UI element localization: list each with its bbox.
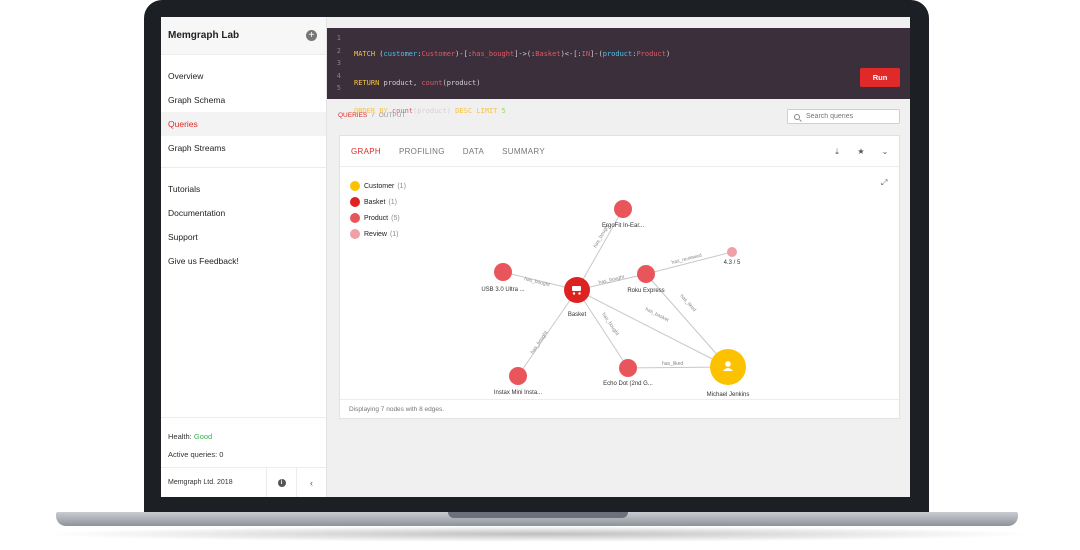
star-icon[interactable]: ★ [855,146,867,158]
download-icon[interactable]: ⤓ [831,146,843,158]
edge-label: has_bought [530,330,550,356]
node-label: 4.3 / 5 [724,260,741,266]
tab-data[interactable]: DATA [463,147,484,156]
node-label: ErgoFit In-Ear... [602,223,644,229]
active-queries: Active queries: 0 [168,450,224,459]
add-connection-icon[interactable]: + [306,30,317,41]
graph-node-review[interactable] [727,247,737,257]
edge-label: has_liked [679,293,698,313]
sidebar-item-queries[interactable]: Queries [161,112,326,136]
sidebar-item-graph-streams[interactable]: Graph Streams [161,136,326,160]
status-panel: Health: Good Active queries: 0 [161,417,326,474]
info-button[interactable]: i [266,467,296,497]
graph-edge [576,289,629,369]
tab-graph[interactable]: GRAPH [351,147,381,156]
edge-label: has_liked [662,361,683,367]
line-number: 2 [336,46,341,55]
node-label: Michael Jenkins [707,392,750,398]
sidebar-item-documentation[interactable]: Documentation [161,201,326,225]
node-label: Instax Mini Insta... [494,390,543,396]
breadcrumb-separator: / [372,112,374,119]
search-icon [794,113,800,120]
sidebar-item-feedback[interactable]: Give us Feedback! [161,249,326,273]
graph-canvas[interactable]: has_bought has_bought has_bought has_bou… [340,168,901,400]
laptop-shadow [40,526,1036,542]
output-tabs: GRAPH PROFILING DATA SUMMARY [340,136,899,167]
health-status: Health: Good [168,428,319,446]
app-title: Memgraph Lab [168,30,240,41]
chevron-down-icon[interactable]: ⌄ [879,146,891,158]
graph-node-product[interactable] [509,367,527,385]
copyright: Memgraph Ltd. 2018 [168,479,233,486]
collapse-sidebar-button[interactable]: ‹ [296,467,326,497]
tab-summary[interactable]: SUMMARY [502,147,545,156]
graph-summary: Displaying 7 nodes with 8 edges. [340,399,899,418]
code-line-2: RETURN product, count(product) [354,78,481,87]
line-number: 4 [336,71,341,80]
search-box[interactable] [787,109,900,124]
query-editor[interactable]: 1 2 3 4 5 MATCH (customer:Customer)-[:ha… [327,28,910,172]
line-number: 1 [336,34,341,42]
panel-actions: ⤓ ★ ⌄ [819,146,891,158]
node-label: Roku Express [627,288,664,294]
breadcrumb: QUERIES / OUTPUT [338,112,405,119]
sidebar: Memgraph Lab + Overview Graph Schema Que… [161,17,327,497]
edge-label: has_bought [600,312,620,338]
health-value: Good [193,432,213,441]
laptop-notch [448,512,628,518]
graph-node-customer[interactable] [710,349,746,385]
run-button[interactable]: Run [860,68,900,87]
line-number: 3 [336,59,341,67]
node-label: Echo Dot (2nd G... [603,381,653,387]
sidebar-header: Memgraph Lab + [161,17,326,55]
sidebar-item-tutorials[interactable]: Tutorials [161,177,326,201]
code-line-1: MATCH (customer:Customer)-[:has_bought]-… [354,50,671,58]
tab-profiling[interactable]: PROFILING [399,147,445,156]
output-panel: GRAPH PROFILING DATA SUMMARY ⤓ ★ ⌄ Custo… [339,135,900,419]
node-label: Basket [568,312,587,318]
edge-label: has_bought [598,274,625,286]
graph-edge [576,289,729,368]
graph-node-product[interactable] [619,359,637,377]
info-icon: i [277,478,286,487]
graph-node-product[interactable] [614,200,632,218]
chevron-left-icon: ‹ [310,477,313,488]
edge-label: has_bought [524,276,551,288]
graph-node-product[interactable] [494,263,512,281]
line-numbers: 1 2 3 4 5 [327,32,341,95]
node-label: USB 3.0 Ultra ... [481,287,525,293]
line-number: 5 [336,84,341,92]
app-screen: Memgraph Lab + Overview Graph Schema Que… [161,17,910,497]
breadcrumb-output: OUTPUT [378,112,406,119]
sidebar-item-graph-schema[interactable]: Graph Schema [161,88,326,112]
breadcrumb-queries[interactable]: QUERIES [338,112,367,119]
sidebar-item-overview[interactable]: Overview [161,64,326,88]
health-label: Health: [168,432,192,441]
search-input[interactable] [806,113,894,120]
sidebar-footer: Memgraph Ltd. 2018 i ‹ [161,467,326,497]
sidebar-item-support[interactable]: Support [161,225,326,249]
edge-label: has_basket [644,306,670,323]
graph-node-product[interactable] [637,265,655,283]
sidebar-divider [161,167,326,168]
